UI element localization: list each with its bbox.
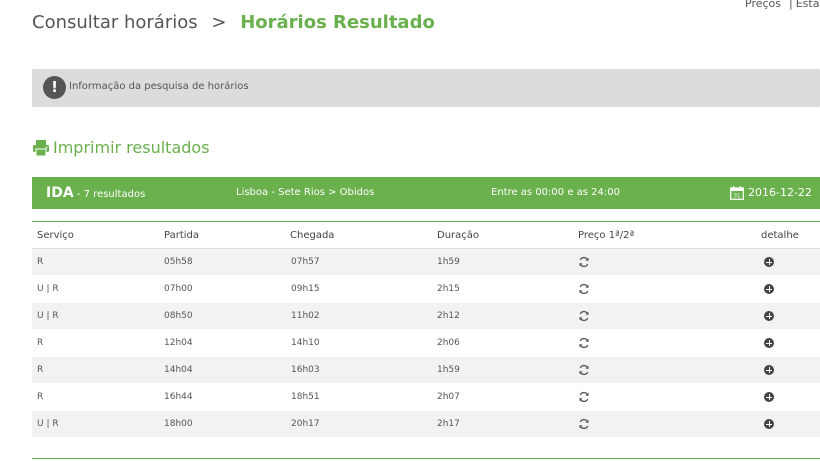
table-row: R 16h44 18h51 2h07 xyxy=(32,384,820,411)
column-header-service: Serviço xyxy=(37,230,74,241)
arrival-cell: 20h17 xyxy=(291,419,320,429)
departure-cell: 12h04 xyxy=(164,338,193,348)
arrival-cell: 18h51 xyxy=(291,392,320,402)
column-header-arrival: Chegada xyxy=(290,230,335,241)
refresh-price-icon[interactable] xyxy=(578,364,590,376)
breadcrumb-separator: > xyxy=(211,12,227,33)
table-row: U | R 18h00 20h17 2h17 xyxy=(32,411,820,438)
print-results-button[interactable]: Imprimir resultados xyxy=(32,138,210,157)
table-header: Serviço Partida Chegada Duração Preço 1ª… xyxy=(32,226,820,249)
refresh-price-icon[interactable] xyxy=(578,337,590,349)
top-links: Preços |Estaç xyxy=(745,0,820,10)
refresh-price-icon[interactable] xyxy=(578,310,590,322)
table-row: R 05h58 07h57 1h59 xyxy=(32,249,820,276)
detail-plus-icon[interactable] xyxy=(764,365,774,375)
breadcrumb: Consultar horários > Horários Resultado xyxy=(32,12,435,33)
column-header-price: Preço 1ª/2ª xyxy=(578,230,635,241)
top-links-divider: | xyxy=(789,0,793,10)
departure-cell: 07h00 xyxy=(164,284,193,294)
duration-cell: 2h17 xyxy=(437,419,460,429)
departure-cell: 08h50 xyxy=(164,311,193,321)
route-label: Lisboa - Sete Rios > Obidos xyxy=(236,187,375,198)
table-row: U | R 07h00 09h15 2h15 xyxy=(32,276,820,303)
table-row: R 12h04 14h10 2h06 xyxy=(32,330,820,357)
service-cell: R xyxy=(37,365,44,375)
time-range-label: Entre as 00:00 e as 24:00 xyxy=(491,187,620,198)
departure-cell: 14h04 xyxy=(164,365,193,375)
result-summary-bar: IDA - 7 resultados Lisboa - Sete Rios > … xyxy=(32,177,820,209)
direction-text: IDA xyxy=(46,185,74,201)
detail-plus-icon[interactable] xyxy=(764,392,774,402)
detail-plus-icon[interactable] xyxy=(764,419,774,429)
duration-cell: 2h06 xyxy=(437,338,460,348)
detail-plus-icon[interactable] xyxy=(764,257,774,267)
service-cell: R xyxy=(37,338,44,348)
duration-cell: 2h07 xyxy=(437,392,460,402)
detail-plus-icon[interactable] xyxy=(764,311,774,321)
prices-link[interactable]: Preços xyxy=(745,0,781,10)
results-table-body: R 05h58 07h57 1h59 U | R 07h00 09h15 2h1… xyxy=(32,249,820,438)
table-row: R 14h04 16h03 1h59 xyxy=(32,357,820,384)
table-row: U | R 08h50 11h02 2h12 xyxy=(32,303,820,330)
arrival-cell: 14h10 xyxy=(291,338,320,348)
result-count: - 7 resultados xyxy=(73,189,146,200)
arrival-cell: 11h02 xyxy=(291,311,320,321)
search-info-label: Informação da pesquisa de horários xyxy=(69,81,249,92)
arrival-cell: 07h57 xyxy=(291,257,320,267)
date-value: 2016-12-22 xyxy=(748,186,812,199)
direction-label: IDA - 7 resultados xyxy=(46,177,145,211)
svg-text:31: 31 xyxy=(734,194,741,200)
service-cell: R xyxy=(37,257,44,267)
stations-link[interactable]: Estaç xyxy=(796,0,820,10)
breadcrumb-root[interactable]: Consultar horários xyxy=(32,12,198,33)
arrival-cell: 16h03 xyxy=(291,365,320,375)
service-cell: U | R xyxy=(37,311,59,321)
column-header-departure: Partida xyxy=(164,230,199,241)
departure-cell: 05h58 xyxy=(164,257,193,267)
refresh-price-icon[interactable] xyxy=(578,256,590,268)
service-cell: R xyxy=(37,392,44,402)
detail-plus-icon[interactable] xyxy=(764,284,774,294)
departure-cell: 16h44 xyxy=(164,392,193,402)
duration-cell: 2h12 xyxy=(437,311,460,321)
date-label: 31 2016-12-22 xyxy=(730,177,812,209)
printer-icon xyxy=(33,139,49,156)
service-cell: U | R xyxy=(37,419,59,429)
table-bottom-divider xyxy=(32,458,820,459)
refresh-price-icon[interactable] xyxy=(578,418,590,430)
departure-cell: 18h00 xyxy=(164,419,193,429)
refresh-price-icon[interactable] xyxy=(578,391,590,403)
print-results-label: Imprimir resultados xyxy=(53,138,210,157)
duration-cell: 1h59 xyxy=(437,365,460,375)
detail-plus-icon[interactable] xyxy=(764,338,774,348)
calendar-icon: 31 xyxy=(730,186,744,200)
column-header-duration: Duração xyxy=(437,230,480,241)
arrival-cell: 09h15 xyxy=(291,284,320,294)
service-cell: U | R xyxy=(37,284,59,294)
duration-cell: 2h15 xyxy=(437,284,460,294)
table-top-divider xyxy=(32,221,820,222)
refresh-price-icon[interactable] xyxy=(578,283,590,295)
page-title: Horários Resultado xyxy=(240,12,435,33)
search-info-bar[interactable]: ! Informação da pesquisa de horários xyxy=(32,69,820,107)
exclamation-icon: ! xyxy=(43,76,66,99)
column-header-detail: detalhe xyxy=(761,230,799,241)
duration-cell: 1h59 xyxy=(437,257,460,267)
